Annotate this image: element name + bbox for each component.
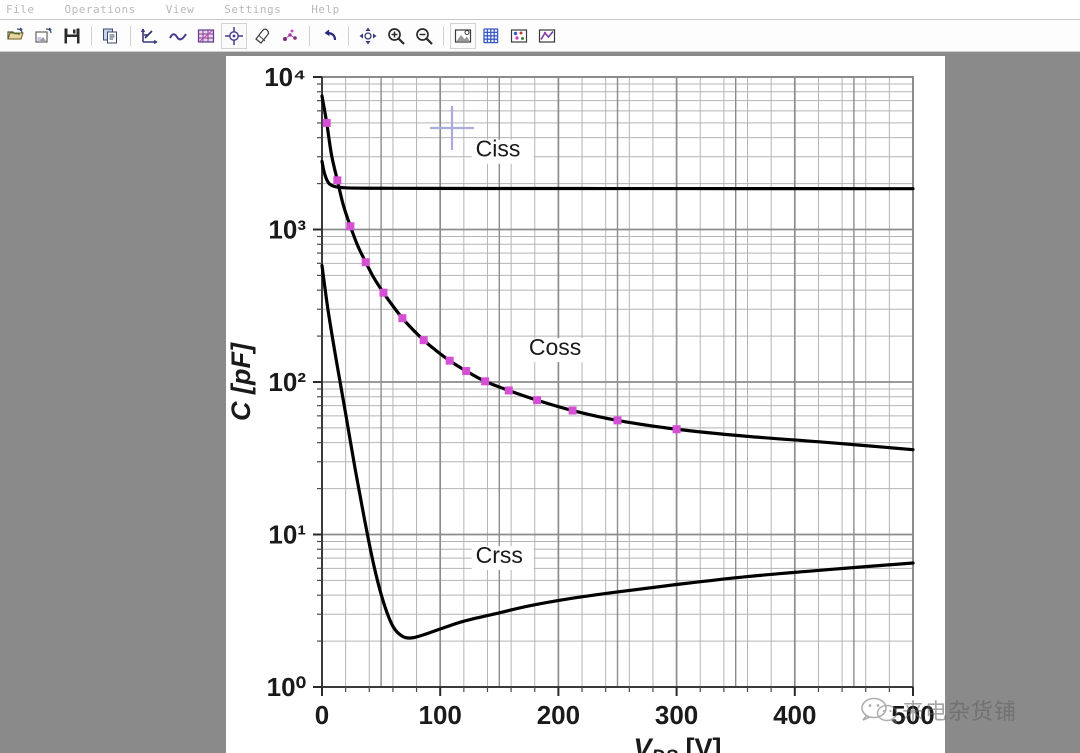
point-match-button[interactable]	[277, 23, 303, 49]
color-points-icon	[510, 28, 528, 43]
x-tick-label: 300	[655, 700, 698, 730]
menu-item-file[interactable]: File	[6, 0, 47, 20]
series-annotations: Ciss Coss Crss	[471, 136, 587, 571]
data-point-marker	[419, 336, 428, 345]
point-match-icon	[283, 29, 297, 41]
curve-trace-icon	[169, 32, 187, 40]
save-disk-icon	[64, 28, 80, 43]
image-settings-icon	[454, 28, 472, 43]
grid-view-icon	[483, 27, 499, 43]
zoom-in-button[interactable]	[383, 23, 409, 49]
zoom-in-icon	[388, 27, 405, 45]
toolbar-separator	[348, 25, 349, 46]
y-tick-label: 10²	[268, 367, 306, 397]
data-point-marker	[379, 288, 388, 297]
application-window: File Operations View Settings Help Ciss …	[0, 0, 1080, 753]
copy-icon	[103, 28, 117, 43]
data-point-marker	[613, 416, 622, 425]
pan-button[interactable]	[355, 23, 381, 49]
capacitance-chart[interactable]: Ciss Coss Crss 10⁰ 10¹ 10² 10³ 10⁴ 0 100 200 300 40…	[226, 56, 945, 753]
undo-button[interactable]	[316, 23, 342, 49]
curve-trace-button[interactable]	[165, 23, 191, 49]
series-label-ciss: Ciss	[476, 136, 521, 162]
export-graph-icon	[538, 28, 556, 43]
data-point-marker	[322, 118, 331, 127]
data-point-marker	[346, 222, 355, 231]
grid-remove-icon	[197, 28, 215, 43]
crosshair-point-button[interactable]	[221, 22, 247, 49]
plot-canvas[interactable]: Ciss Coss Crss 10⁰ 10¹ 10² 10³ 10⁴ 0 100 200 300 40…	[226, 56, 945, 753]
import-image-icon	[35, 27, 52, 43]
import-image-button[interactable]	[31, 23, 57, 49]
y-tick-label: 10¹	[268, 520, 306, 550]
data-point-marker	[462, 367, 471, 376]
eraser-button[interactable]	[249, 23, 275, 49]
series-label-coss: Coss	[529, 334, 581, 360]
pan-icon	[359, 27, 377, 44]
y-tick-label: 10⁴	[264, 62, 306, 92]
x-tick-label: 0	[315, 700, 329, 730]
open-folder-button[interactable]	[3, 23, 29, 49]
toolbar	[0, 20, 1080, 52]
data-point-marker	[398, 314, 407, 323]
menu-bar: File Operations View Settings Help	[0, 0, 1080, 20]
x-tick-label: 100	[419, 700, 462, 730]
menu-item-operations[interactable]: Operations	[65, 0, 148, 20]
y-axis-title: C [pF]	[226, 342, 256, 421]
data-point-marker	[445, 356, 454, 365]
image-settings-button[interactable]	[450, 22, 476, 49]
menu-item-settings[interactable]: Settings	[224, 0, 293, 20]
menu-item-help[interactable]: Help	[311, 0, 352, 20]
axes-calibration-icon	[140, 28, 158, 44]
menu-item-view[interactable]: View	[166, 0, 207, 20]
crosshair-point-icon	[225, 26, 243, 45]
open-folder-icon	[7, 27, 24, 39]
crosshair-cursor	[430, 106, 474, 150]
color-points-button[interactable]	[506, 23, 532, 49]
toolbar-separator	[443, 25, 444, 46]
zoom-out-icon	[416, 27, 433, 45]
data-point-marker	[333, 176, 342, 185]
data-point-marker	[361, 258, 370, 267]
toolbar-separator	[91, 25, 92, 46]
copy-button[interactable]	[98, 23, 124, 49]
axis-ticks	[313, 76, 914, 696]
data-point-markers	[322, 118, 681, 434]
save-button[interactable]	[59, 23, 85, 49]
y-tick-label: 10⁰	[267, 672, 306, 702]
toolbar-separator	[309, 25, 310, 46]
data-point-marker	[504, 386, 513, 395]
x-tick-label: 500	[891, 700, 934, 730]
toolbar-separator	[130, 25, 131, 46]
data-point-marker	[672, 425, 681, 434]
data-point-marker	[568, 406, 577, 415]
zoom-out-button[interactable]	[411, 23, 437, 49]
x-axis-title: VDS [V]	[634, 733, 722, 753]
x-tick-label: 200	[537, 700, 580, 730]
export-graph-button[interactable]	[534, 23, 560, 49]
x-tick-label: 400	[773, 700, 816, 730]
series-label-crss: Crss	[476, 542, 523, 568]
grid-remove-button[interactable]	[193, 23, 219, 49]
y-tick-label: 10³	[268, 215, 306, 245]
eraser-icon	[255, 28, 270, 44]
data-point-marker	[481, 377, 490, 386]
data-point-marker	[533, 396, 542, 405]
axis-tick-labels: 10⁰ 10¹ 10² 10³ 10⁴ 0 100 200 300 400 500	[264, 62, 934, 730]
grid-view-button[interactable]	[478, 23, 504, 49]
undo-icon	[324, 29, 337, 40]
axes-calibration-button[interactable]	[137, 23, 163, 49]
